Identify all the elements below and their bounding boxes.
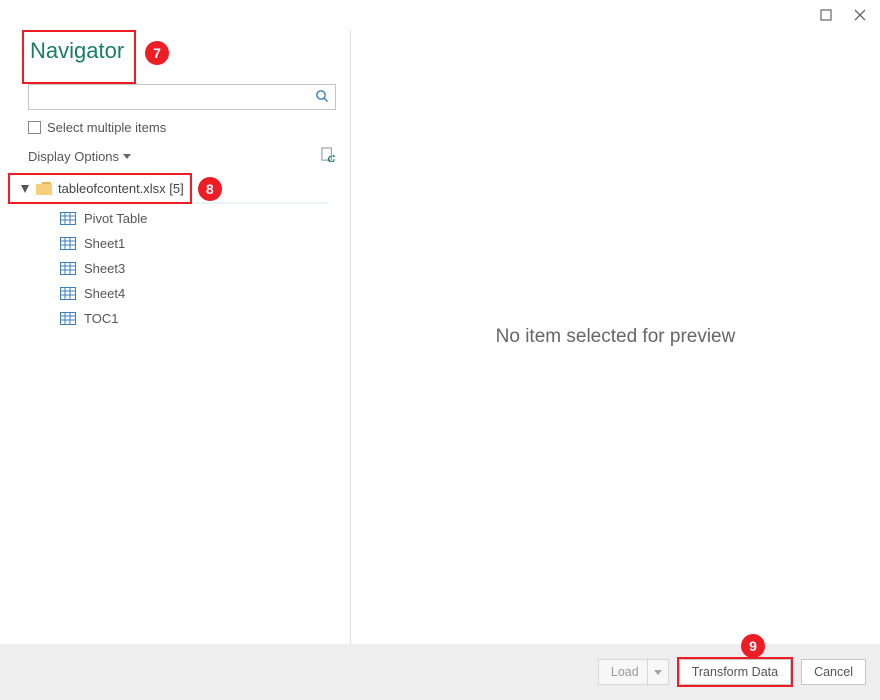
folder-icon	[36, 182, 52, 195]
cancel-button-label: Cancel	[814, 665, 853, 679]
load-button[interactable]: Load	[598, 659, 669, 685]
display-options-dropdown[interactable]: Display Options	[28, 149, 131, 164]
callout-badge-7: 7	[145, 41, 169, 65]
sheet-label: Sheet1	[84, 236, 125, 251]
load-button-label: Load	[611, 665, 639, 679]
source-tree: tableofcontent.xlsx [5] 8 Pivot Table Sh…	[8, 173, 328, 331]
chevron-down-icon	[123, 152, 131, 160]
sheet-icon	[60, 212, 76, 225]
preview-pane: No item selected for preview	[351, 30, 880, 644]
tree-sheet-item[interactable]: Pivot Table	[8, 206, 328, 231]
transform-data-label: Transform Data	[692, 665, 778, 679]
navigator-left-pane: Navigator 7 Select multiple items Disp	[0, 30, 350, 644]
search-input-wrapper	[28, 84, 336, 110]
load-button-dropdown[interactable]	[647, 660, 668, 684]
sheet-icon	[60, 262, 76, 275]
tree-sheet-item[interactable]: Sheet1	[8, 231, 328, 256]
tree-sheet-item[interactable]: TOC1	[8, 306, 328, 331]
tree-sheets-container: Pivot Table Sheet1 Sheet3 Sheet4	[8, 206, 328, 331]
callout-badge-9: 9	[741, 634, 765, 658]
cancel-button[interactable]: Cancel	[801, 659, 866, 685]
dialog-title-callout: Navigator	[22, 30, 136, 84]
close-icon[interactable]	[854, 9, 866, 21]
select-multiple-label: Select multiple items	[47, 120, 166, 135]
search-input[interactable]	[35, 89, 315, 106]
preview-empty-message: No item selected for preview	[496, 326, 736, 348]
sheet-label: Sheet4	[84, 286, 125, 301]
transform-data-button[interactable]: Transform Data	[679, 659, 791, 685]
search-icon[interactable]	[315, 89, 329, 106]
sheet-icon	[60, 312, 76, 325]
display-options-label: Display Options	[28, 149, 119, 164]
titlebar	[0, 0, 880, 30]
display-options-row: Display Options	[28, 147, 336, 165]
select-multiple-row[interactable]: Select multiple items	[28, 120, 336, 135]
sheet-label: TOC1	[84, 311, 118, 326]
expand-collapse-icon[interactable]	[20, 184, 30, 194]
tree-sheet-item[interactable]: Sheet3	[8, 256, 328, 281]
sheet-label: Sheet3	[84, 261, 125, 276]
tree-sheet-item[interactable]: Sheet4	[8, 281, 328, 306]
sheet-label: Pivot Table	[84, 211, 147, 226]
sheet-icon	[60, 287, 76, 300]
dialog-title: Navigator	[30, 38, 124, 64]
sheet-icon	[60, 237, 76, 250]
select-multiple-checkbox[interactable]	[28, 121, 41, 134]
navigator-window: Navigator 7 Select multiple items Disp	[0, 0, 880, 700]
refresh-icon[interactable]	[321, 147, 336, 165]
tree-file-label: tableofcontent.xlsx [5]	[58, 181, 184, 196]
maximize-icon[interactable]	[820, 9, 832, 21]
tree-file-node[interactable]: tableofcontent.xlsx [5]	[10, 177, 188, 200]
chevron-down-icon	[654, 668, 662, 676]
callout-badge-8: 8	[198, 177, 222, 201]
